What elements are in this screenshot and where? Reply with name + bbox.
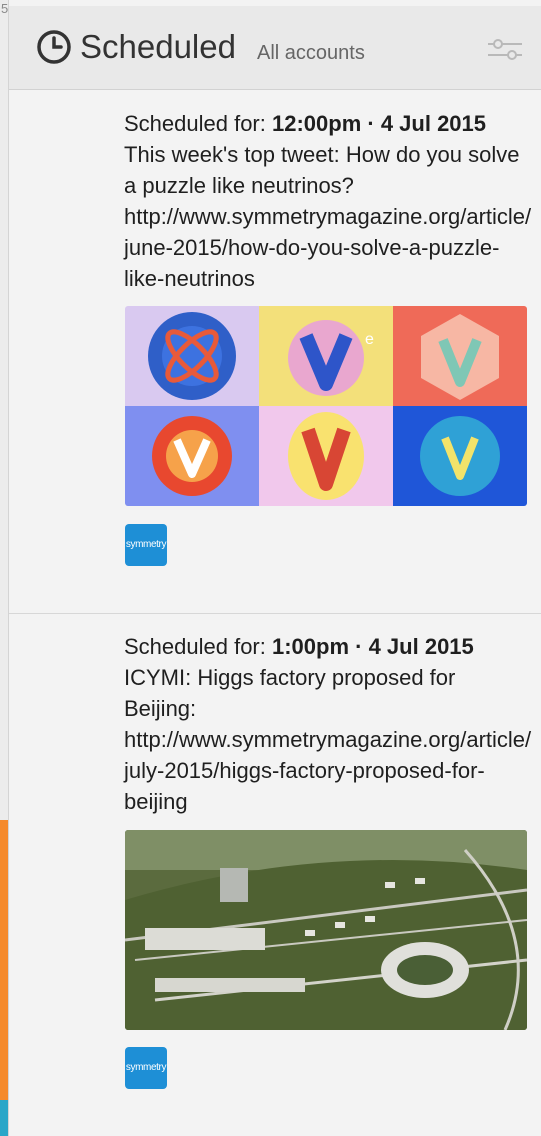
- sliders-icon[interactable]: [486, 34, 524, 64]
- tweet-text[interactable]: ICYMI: Higgs factory proposed for Beijin…: [124, 662, 532, 817]
- clock-icon: [37, 30, 71, 64]
- tweet-media-image[interactable]: e: [125, 306, 527, 506]
- column-header: Scheduled All accounts: [9, 6, 541, 90]
- scheduled-label: Scheduled for:: [124, 634, 266, 659]
- scheduled-tweet[interactable]: Scheduled for: 1:00pm · 4 Jul 2015 ICYMI…: [9, 615, 541, 1136]
- scheduled-label: Scheduled for:: [124, 111, 266, 136]
- scheduled-tweet[interactable]: Scheduled for: 12:00pm · 4 Jul 2015 This…: [9, 92, 541, 614]
- column-index: 5: [1, 1, 9, 16]
- account-accent-teal: [0, 1100, 8, 1136]
- tweet-content: Scheduled for: 1:00pm · 4 Jul 2015 ICYMI…: [124, 631, 532, 817]
- account-accent-orange: [0, 820, 8, 1100]
- avatar[interactable]: symmetry: [125, 1047, 167, 1089]
- scheduled-time: 1:00pm · 4 Jul 2015: [272, 634, 474, 659]
- tweet-text[interactable]: This week's top tweet: How do you solve …: [124, 139, 532, 294]
- svg-text:e: e: [365, 331, 374, 348]
- column-title: Scheduled: [80, 28, 236, 65]
- scheduled-time: 12:00pm · 4 Jul 2015: [272, 111, 487, 136]
- tweet-media-image[interactable]: [125, 830, 527, 1030]
- avatar[interactable]: symmetry: [125, 524, 167, 566]
- column-subtitle: All accounts: [257, 42, 365, 64]
- tweet-content: Scheduled for: 12:00pm · 4 Jul 2015 This…: [124, 108, 532, 294]
